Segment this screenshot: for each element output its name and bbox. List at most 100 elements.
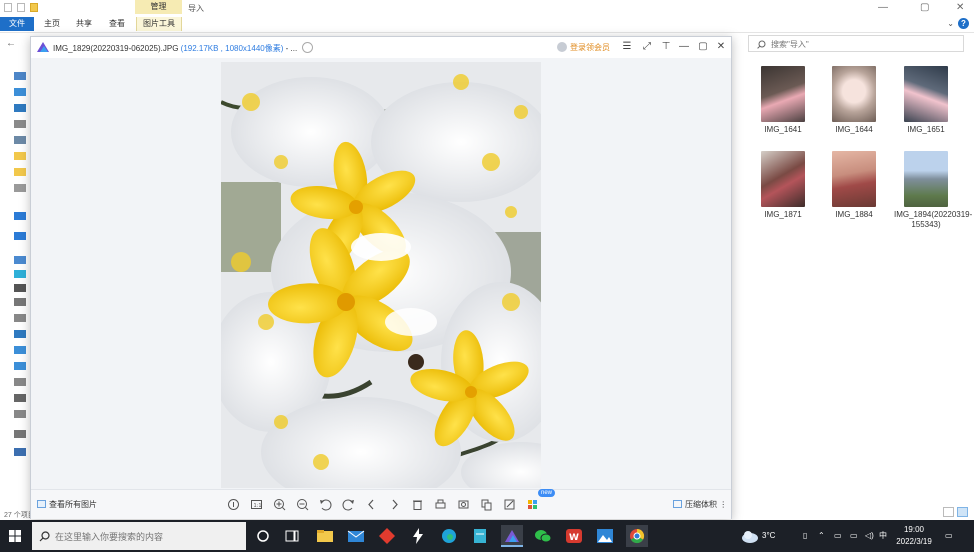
wechat-icon[interactable] <box>532 525 554 547</box>
network-icon[interactable] <box>14 430 26 438</box>
downloads-icon[interactable] <box>14 330 26 338</box>
this-pc-icon[interactable] <box>14 256 26 264</box>
back-arrow-icon[interactable]: ← <box>6 38 16 49</box>
close-icon[interactable]: ✕ <box>956 3 964 13</box>
ime-indicator[interactable]: 中 <box>879 520 887 552</box>
maximize-icon[interactable]: ▢ <box>697 41 709 53</box>
taskbar-clock[interactable]: 19:00 2022/3/19 <box>890 524 938 548</box>
onedrive-icon[interactable] <box>14 212 26 220</box>
photo-winter-jasmine-in-snow[interactable] <box>221 62 541 488</box>
taskbar-search-input[interactable] <box>53 529 242 545</box>
cloud-upload-icon[interactable] <box>302 42 313 53</box>
windows-start-icon[interactable] <box>9 530 21 542</box>
file-explorer-icon[interactable] <box>314 525 336 547</box>
network-icon[interactable]: ▭ <box>850 520 858 552</box>
drive-icon[interactable] <box>14 394 26 402</box>
explorer-search-input[interactable] <box>769 37 953 52</box>
downloads-icon[interactable] <box>14 104 26 112</box>
image-canvas[interactable] <box>31 58 731 488</box>
app-red-diamond-icon[interactable] <box>376 525 398 547</box>
info-icon[interactable] <box>226 497 241 512</box>
tab-file[interactable]: 文件 <box>0 17 34 31</box>
properties-icon[interactable] <box>4 3 12 12</box>
file-thumbnail[interactable]: IMG_1651 <box>894 66 958 135</box>
zoom-out-icon[interactable] <box>295 497 310 512</box>
volume-icon[interactable]: ◁) <box>865 520 874 552</box>
app-lightning-icon[interactable] <box>407 525 429 547</box>
more-apps-icon[interactable] <box>525 497 540 512</box>
close-icon[interactable]: ✕ <box>715 41 727 53</box>
print-icon[interactable] <box>433 497 448 512</box>
edit-icon[interactable] <box>502 497 517 512</box>
drive-icon[interactable] <box>14 410 26 418</box>
show-hidden-icons[interactable]: ⌃ <box>818 520 825 552</box>
chrome-browser-icon[interactable] <box>626 525 648 547</box>
drive-icon[interactable] <box>14 184 26 192</box>
documents-icon[interactable] <box>14 120 26 128</box>
view-all-pictures-button[interactable]: 查看所有图片 <box>37 499 97 510</box>
ribbon-expand-icon[interactable]: ⌄ <box>947 19 954 28</box>
tab-home[interactable]: 主页 <box>38 17 66 31</box>
file-thumbnail[interactable]: IMG_1894(20220319-155343) <box>894 151 972 230</box>
app-photos-icon[interactable] <box>594 525 616 547</box>
minimize-icon[interactable]: — <box>878 3 888 13</box>
menu-icon[interactable]: ☰ <box>621 41 633 53</box>
tab-share[interactable]: 共享 <box>70 17 98 31</box>
desktop-icon[interactable] <box>14 362 26 370</box>
help-icon[interactable]: ? <box>958 18 969 29</box>
folder-icon[interactable] <box>14 168 26 176</box>
usb-icon[interactable]: ▭ <box>834 520 842 552</box>
documents-icon[interactable] <box>14 314 26 322</box>
image-viewer-taskbar-icon[interactable] <box>501 525 523 547</box>
network-icon[interactable] <box>14 448 26 456</box>
cortana-icon[interactable] <box>252 525 274 547</box>
edge-browser-icon[interactable] <box>438 525 460 547</box>
actual-size-icon[interactable]: 1:1 <box>249 497 264 512</box>
folder-icon[interactable] <box>30 3 38 12</box>
app-notes-icon[interactable] <box>469 525 491 547</box>
wps-office-icon[interactable]: W <box>563 525 585 547</box>
login-label: 登录领会员 <box>570 43 610 52</box>
pin-icon[interactable]: ⊤ <box>660 41 672 53</box>
rotate-left-icon[interactable] <box>318 497 333 512</box>
tab-view[interactable]: 查看 <box>103 17 131 31</box>
zoom-in-icon[interactable] <box>272 497 287 512</box>
file-thumbnail[interactable]: IMG_1644 <box>822 66 886 135</box>
quick-access-icon[interactable] <box>14 72 26 80</box>
file-thumbnail[interactable]: IMG_1871 <box>751 151 815 220</box>
minimize-icon[interactable]: — <box>678 41 690 53</box>
large-icons-view-icon[interactable] <box>957 507 968 517</box>
pictures-icon[interactable] <box>14 136 26 144</box>
checkbox-icon[interactable] <box>17 3 25 12</box>
login-member-button[interactable]: 登录领会员 <box>557 42 610 53</box>
details-view-icon[interactable] <box>943 507 954 517</box>
file-thumbnail[interactable]: IMG_1641 <box>751 66 815 135</box>
rotate-right-icon[interactable] <box>341 497 356 512</box>
fullscreen-icon[interactable]: ⤢ <box>641 41 653 53</box>
tab-picture-tools[interactable]: 图片工具 <box>136 17 182 31</box>
weather-cloud-icon[interactable] <box>741 528 759 544</box>
next-icon[interactable] <box>387 497 402 512</box>
delete-icon[interactable] <box>410 497 425 512</box>
copy-icon[interactable] <box>479 497 494 512</box>
mail-icon[interactable] <box>345 525 367 547</box>
compress-button[interactable]: 压缩体积 ⋮ <box>673 499 727 510</box>
pictures-icon[interactable] <box>14 298 26 306</box>
3d-objects-icon[interactable] <box>14 270 26 278</box>
folder-icon[interactable] <box>14 152 26 160</box>
phone-icon[interactable]: ▯ <box>803 520 807 552</box>
drive-icon[interactable] <box>14 378 26 386</box>
onedrive-icon[interactable] <box>14 232 26 240</box>
screenshot-icon[interactable] <box>456 497 471 512</box>
previous-icon[interactable] <box>364 497 379 512</box>
desktop-icon[interactable] <box>14 88 26 96</box>
videos-icon[interactable] <box>14 284 26 292</box>
maximize-icon[interactable]: ▢ <box>920 3 929 13</box>
music-icon[interactable] <box>14 346 26 354</box>
notification-center-icon[interactable]: ▭ <box>945 520 953 552</box>
weather-temperature[interactable]: 3°C <box>762 520 775 552</box>
task-view-icon[interactable] <box>281 525 303 547</box>
file-thumbnail[interactable]: IMG_1884 <box>822 151 886 220</box>
explorer-search-box[interactable] <box>748 35 964 52</box>
taskbar-search-box[interactable] <box>32 522 246 550</box>
